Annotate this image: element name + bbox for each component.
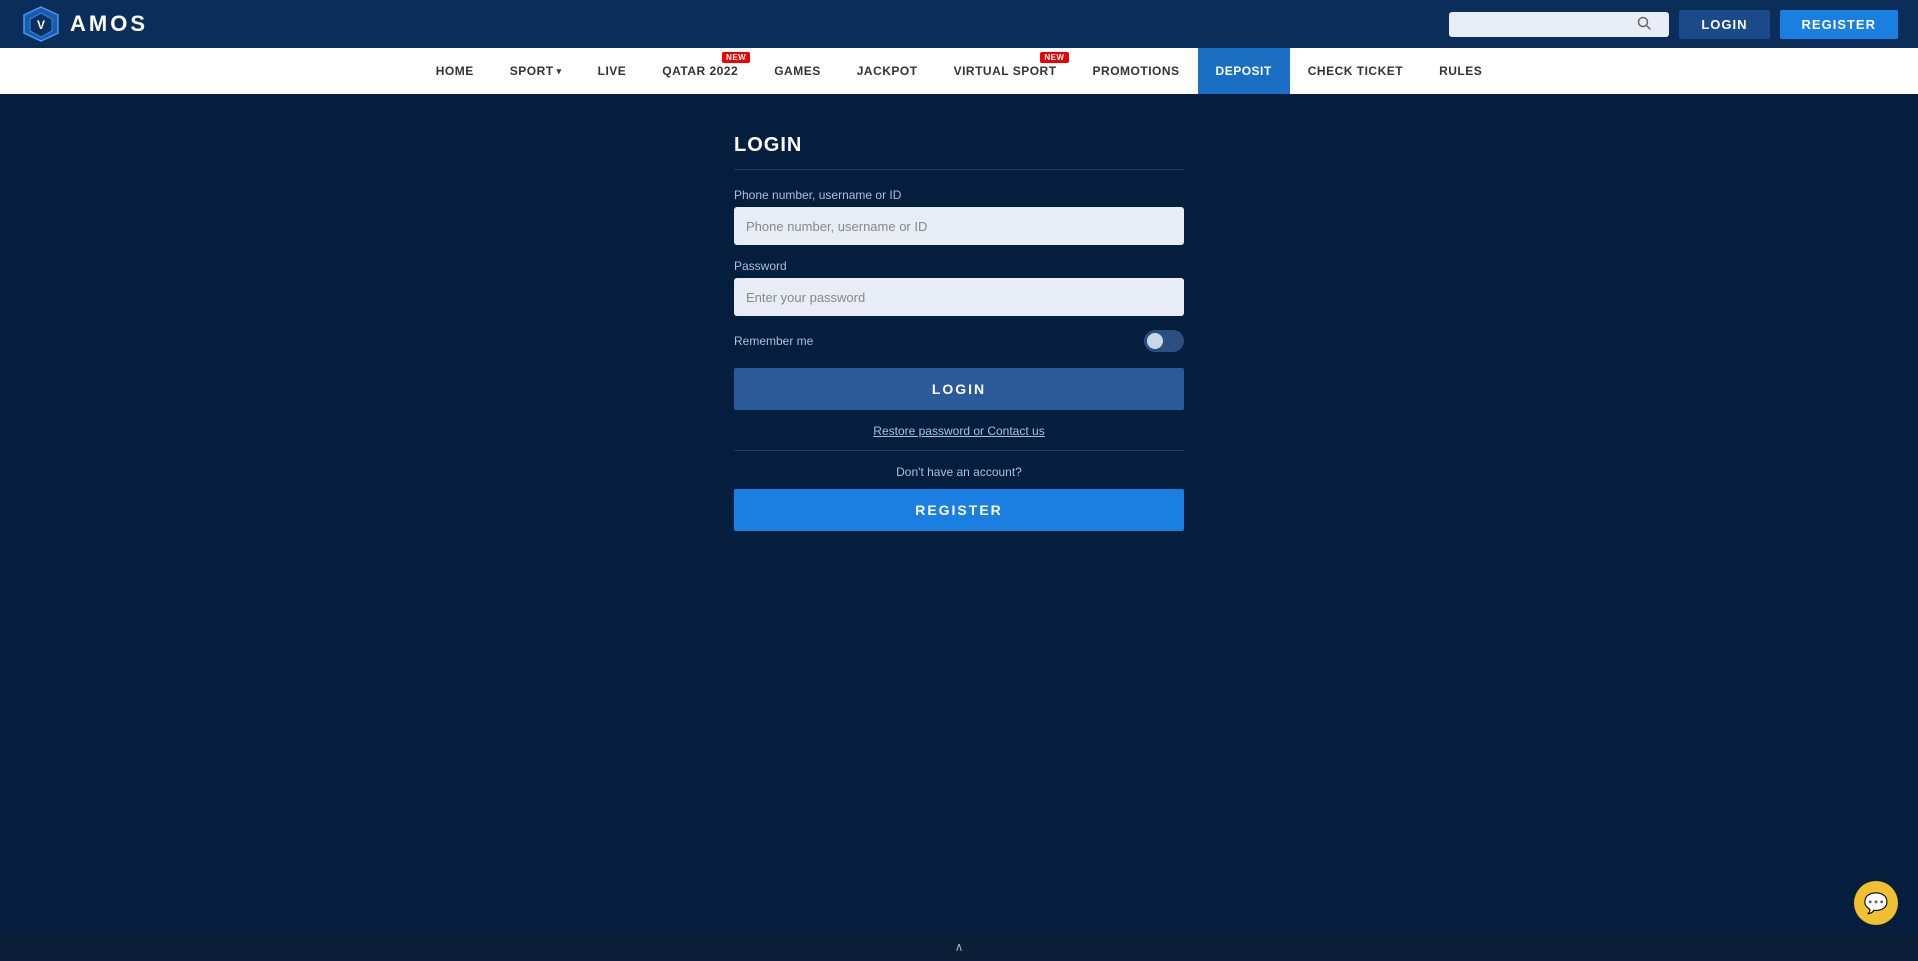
nav-item-virtual-sport[interactable]: NEW VIRTUAL SPORT: [936, 48, 1075, 94]
remember-row: Remember me: [734, 330, 1184, 352]
bottom-divider: [734, 450, 1184, 451]
footer-bar: ∧: [0, 933, 1918, 961]
new-badge-qatar: NEW: [722, 52, 750, 63]
username-input[interactable]: [734, 207, 1184, 245]
header-register-button[interactable]: REGISTER: [1780, 10, 1898, 39]
svg-text:V: V: [37, 18, 45, 32]
password-group: Password: [734, 259, 1184, 316]
password-label: Password: [734, 259, 1184, 273]
login-container: LOGIN Phone number, username or ID Passw…: [734, 134, 1184, 894]
remember-toggle[interactable]: [1144, 330, 1184, 352]
remember-label: Remember me: [734, 334, 813, 348]
register-button[interactable]: REGISTER: [734, 489, 1184, 531]
nav-item-home[interactable]: HOME: [418, 48, 492, 94]
scroll-up-chevron[interactable]: ∧: [955, 940, 964, 954]
logo-icon: V: [20, 5, 62, 43]
main-content: LOGIN Phone number, username or ID Passw…: [0, 94, 1918, 894]
search-icon[interactable]: [1637, 16, 1651, 33]
logo[interactable]: V AMOS: [20, 5, 148, 43]
username-group: Phone number, username or ID: [734, 188, 1184, 245]
search-input[interactable]: [1457, 17, 1637, 32]
login-title: LOGIN: [734, 134, 1184, 157]
chat-button[interactable]: 💬: [1854, 881, 1898, 925]
nav-item-games[interactable]: GAMES: [756, 48, 839, 94]
username-label: Phone number, username or ID: [734, 188, 1184, 202]
nav-item-check-ticket[interactable]: CHECK TICKET: [1290, 48, 1421, 94]
login-button[interactable]: LOGIN: [734, 368, 1184, 410]
navbar: HOME SPORT ▾ LIVE NEW QATAR 2022 GAMES J…: [0, 48, 1918, 94]
toggle-thumb: [1147, 333, 1163, 349]
nav-item-rules[interactable]: RULES: [1421, 48, 1500, 94]
nav-item-live[interactable]: LIVE: [580, 48, 645, 94]
chevron-down-icon: ▾: [557, 66, 562, 77]
search-bar[interactable]: [1449, 12, 1669, 37]
nav-item-promotions[interactable]: PROMOTIONS: [1075, 48, 1198, 94]
new-badge-virtual: NEW: [1040, 52, 1068, 63]
top-divider: [734, 169, 1184, 170]
nav-item-sport[interactable]: SPORT ▾: [492, 48, 580, 94]
header-login-button[interactable]: LOGIN: [1679, 10, 1769, 39]
header-right: LOGIN REGISTER: [1449, 10, 1898, 39]
chat-icon: 💬: [1864, 891, 1889, 916]
toggle-track[interactable]: [1144, 330, 1184, 352]
nav-item-qatar[interactable]: NEW QATAR 2022: [644, 48, 756, 94]
logo-text: AMOS: [70, 11, 148, 37]
nav-item-deposit[interactable]: DEPOSIT: [1198, 48, 1290, 94]
header: V AMOS LOGIN REGISTER: [0, 0, 1918, 48]
restore-password-link[interactable]: Restore password or Contact us: [734, 424, 1184, 438]
nav-item-jackpot[interactable]: JACKPOT: [839, 48, 936, 94]
no-account-text: Don't have an account?: [734, 465, 1184, 479]
password-input[interactable]: [734, 278, 1184, 316]
